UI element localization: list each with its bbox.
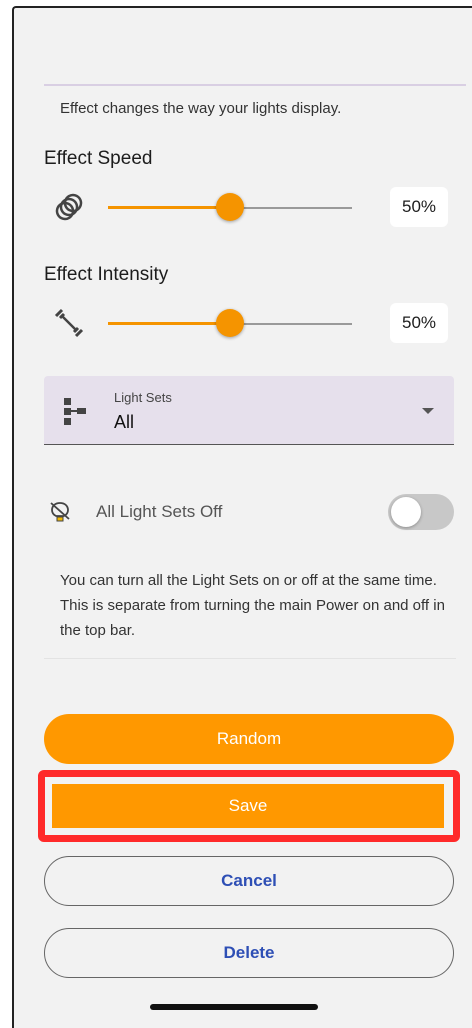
cancel-button[interactable]: Cancel	[44, 856, 454, 906]
toggle-knob	[391, 497, 421, 527]
effect-intensity-value: 50%	[390, 303, 448, 343]
effect-intensity-row: 50%	[44, 298, 456, 348]
light-sets-dropdown[interactable]: Light Sets All	[44, 376, 454, 445]
effect-description: Effect changes the way your lights displ…	[60, 100, 342, 117]
delete-button[interactable]: Delete	[44, 928, 454, 978]
home-indicator	[150, 1004, 318, 1010]
divider	[44, 658, 456, 659]
light-sets-label: Light Sets	[114, 390, 172, 405]
chevron-down-icon	[422, 408, 434, 414]
effect-speed-label: Effect Speed	[44, 148, 153, 169]
effect-speed-value: 50%	[390, 187, 448, 227]
dumbbell-icon	[54, 308, 84, 338]
effect-speed-slider-thumb[interactable]	[216, 193, 244, 221]
all-light-sets-off-toggle[interactable]	[388, 494, 454, 530]
save-button[interactable]: Save	[52, 784, 444, 828]
effect-intensity-slider[interactable]	[108, 309, 352, 337]
effect-intensity-slider-fill	[108, 322, 230, 325]
effect-intensity-slider-thumb[interactable]	[216, 309, 244, 337]
all-light-sets-off-row: All Light Sets Off	[44, 492, 456, 532]
dialog-frame: Effect changes the way your lights displ…	[12, 6, 472, 1028]
rings-icon	[55, 193, 83, 221]
light-sets-help-text: You can turn all the Light Sets on or of…	[60, 572, 445, 639]
effect-speed-slider-fill	[108, 206, 230, 209]
effect-speed-row: 50%	[44, 182, 456, 232]
lightbulb-off-icon	[50, 502, 70, 522]
effect-dropdown-bottom-edge[interactable]	[44, 8, 466, 86]
effect-intensity-label: Effect Intensity	[44, 264, 169, 285]
light-sets-selected: All	[114, 412, 135, 432]
effect-speed-slider[interactable]	[108, 193, 352, 221]
random-button[interactable]: Random	[44, 714, 454, 764]
hierarchy-icon	[64, 398, 86, 425]
all-light-sets-off-label: All Light Sets Off	[96, 502, 223, 521]
